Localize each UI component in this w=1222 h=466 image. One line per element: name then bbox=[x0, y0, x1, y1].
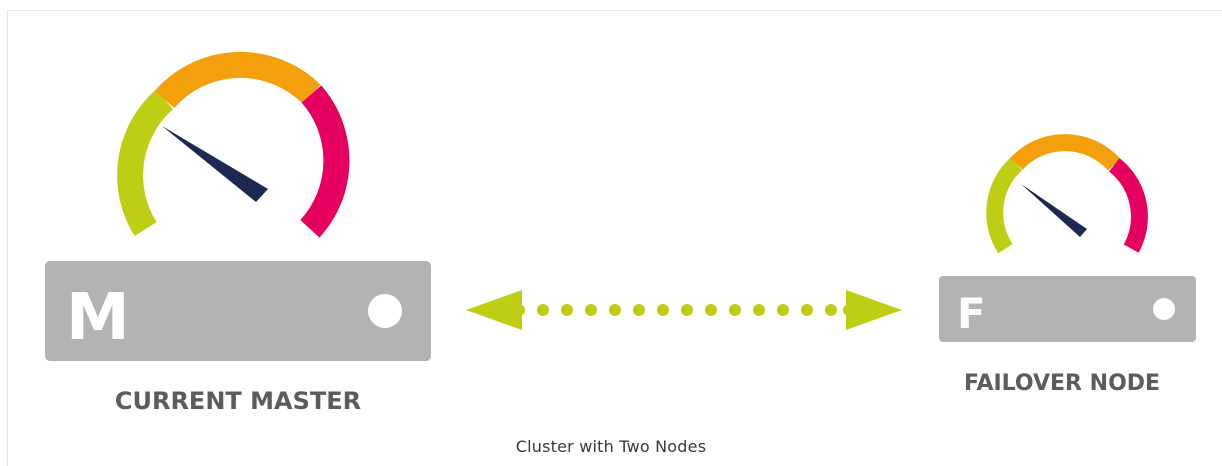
failover-gauge-green-segment bbox=[986, 157, 1023, 254]
arrow-dots bbox=[513, 304, 855, 316]
failover-server-letter: F bbox=[957, 289, 986, 338]
master-gauge-icon bbox=[117, 51, 350, 238]
failover-gauge-orange-segment bbox=[1010, 134, 1121, 171]
failover-status-light-icon bbox=[1153, 298, 1175, 320]
master-label: CURRENT MASTER bbox=[115, 387, 361, 415]
master-gauge-green-segment bbox=[117, 89, 174, 237]
master-needle-icon bbox=[162, 126, 268, 202]
master-status-light-icon bbox=[368, 294, 402, 328]
failover-label: FAILOVER NODE bbox=[964, 371, 1160, 396]
figure-caption: Cluster with Two Nodes bbox=[515, 437, 707, 456]
master-server-letter: M bbox=[66, 281, 130, 355]
master-server-icon: M bbox=[45, 261, 431, 361]
failover-needle-icon bbox=[1021, 184, 1087, 237]
cluster-diagram: M CURRENT MASTER F FAILOVER NODE bbox=[45, 51, 1196, 415]
failover-gauge-icon bbox=[986, 134, 1148, 254]
failover-server-icon: F bbox=[939, 276, 1196, 342]
master-gauge-orange-segment bbox=[154, 51, 321, 109]
bidirectional-arrow-icon bbox=[466, 290, 902, 330]
failover-gauge-pink-segment bbox=[1108, 158, 1148, 253]
master-gauge-pink-segment bbox=[300, 85, 350, 238]
